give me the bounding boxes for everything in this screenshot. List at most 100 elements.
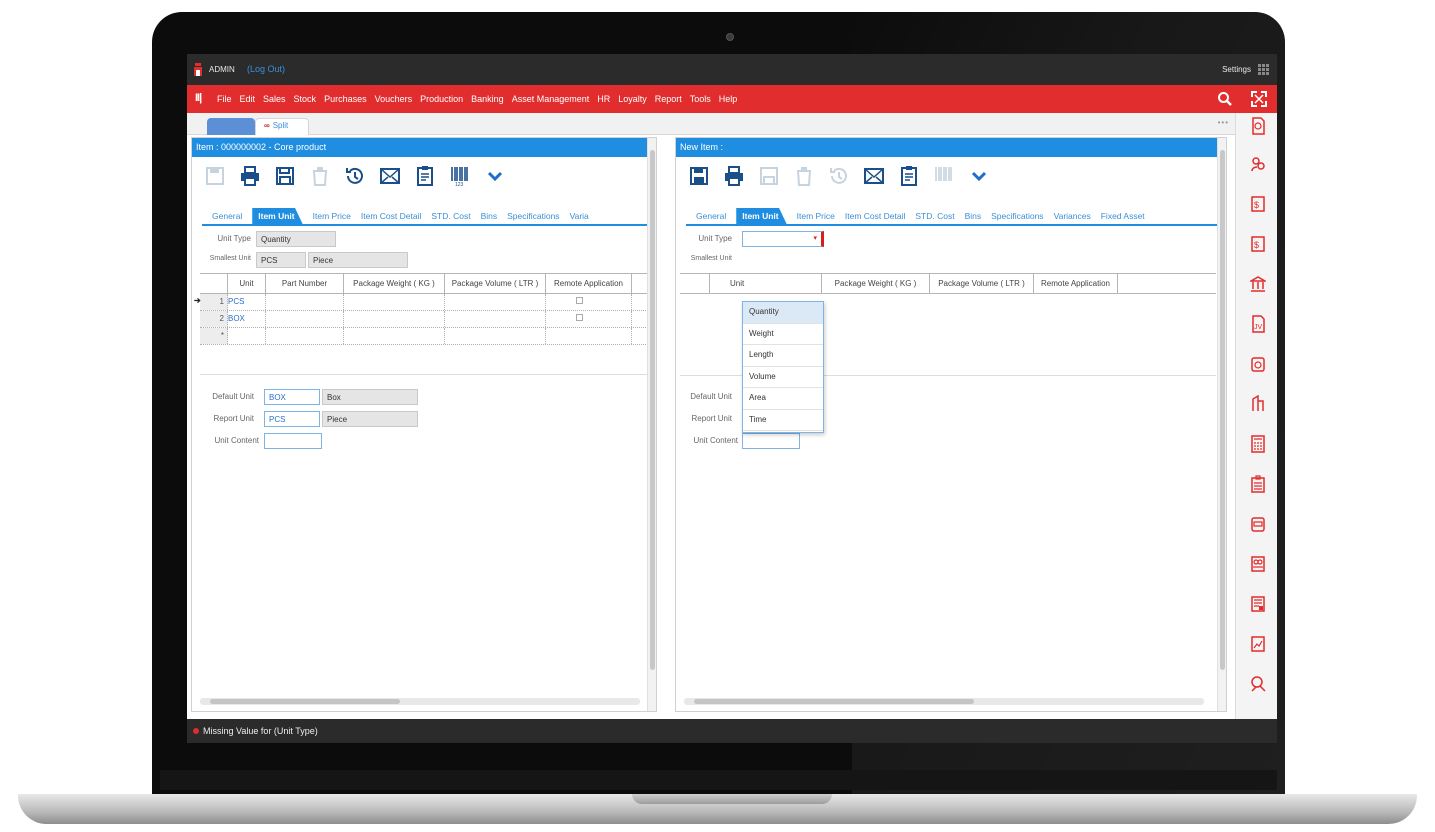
col-package-volume[interactable]: Package Volume ( LTR ) bbox=[445, 274, 546, 293]
col-package-weight[interactable]: Package Weight ( KG ) bbox=[344, 274, 445, 293]
document-tab[interactable] bbox=[207, 118, 255, 135]
target-search-icon[interactable] bbox=[1250, 675, 1266, 693]
dropdown-option-weight[interactable]: Weight bbox=[743, 324, 823, 345]
purchase-invoice-icon[interactable]: $ bbox=[1250, 235, 1266, 253]
volume-cell[interactable] bbox=[445, 328, 546, 344]
history-icon[interactable] bbox=[828, 165, 850, 187]
menu-item-vouchers[interactable]: Vouchers bbox=[375, 94, 413, 104]
pos-icon[interactable] bbox=[1250, 555, 1266, 573]
tab-general[interactable]: General bbox=[696, 208, 726, 224]
tab-specifications[interactable]: Specifications bbox=[991, 208, 1043, 224]
table-row-new[interactable]: * bbox=[200, 328, 650, 345]
print-icon[interactable] bbox=[723, 165, 745, 187]
menu-item-tools[interactable]: Tools bbox=[690, 94, 711, 104]
email-icon[interactable] bbox=[863, 165, 885, 187]
remote-application-cell[interactable] bbox=[546, 311, 632, 327]
col-package-volume[interactable]: Package Volume ( LTR ) bbox=[930, 274, 1034, 293]
clipboard-icon[interactable] bbox=[898, 165, 920, 187]
dropdown-arrow-icon[interactable]: ▾ bbox=[813, 234, 817, 242]
dropdown-option-volume[interactable]: Volume bbox=[743, 367, 823, 388]
tab-item-price[interactable]: Item Price bbox=[313, 208, 351, 224]
remote-application-cell[interactable] bbox=[546, 294, 632, 310]
chart-doc-icon[interactable] bbox=[1250, 635, 1266, 653]
right-horizontal-scrollbar[interactable] bbox=[684, 698, 1204, 705]
save-copy-icon[interactable] bbox=[274, 165, 296, 187]
delete-icon[interactable] bbox=[793, 165, 815, 187]
tab-general[interactable]: General bbox=[212, 208, 242, 224]
calculator-icon[interactable] bbox=[1250, 435, 1266, 453]
unit-type-dropdown-list[interactable]: Quantity Weight Length Volume Area Time bbox=[742, 301, 824, 433]
clipboard-icon[interactable] bbox=[414, 165, 436, 187]
more-tabs-icon[interactable]: ••• bbox=[1218, 118, 1229, 127]
cash-register-icon[interactable] bbox=[1250, 515, 1266, 533]
calendar-icon[interactable] bbox=[1250, 355, 1266, 373]
dropdown-option-area[interactable]: Area bbox=[743, 388, 823, 410]
barcode-icon[interactable] bbox=[933, 165, 955, 187]
chevron-down-icon[interactable] bbox=[484, 165, 506, 187]
table-row[interactable]: 2 BOX bbox=[200, 311, 650, 328]
menu-item-report[interactable]: Report bbox=[655, 94, 682, 104]
search-icon[interactable] bbox=[1217, 91, 1233, 107]
fullscreen-icon[interactable] bbox=[1251, 91, 1267, 107]
weight-cell[interactable] bbox=[344, 311, 445, 327]
tab-std-cost[interactable]: STD. Cost bbox=[915, 208, 954, 224]
unit-cell[interactable] bbox=[228, 328, 266, 344]
report-unit-code[interactable]: PCS bbox=[264, 411, 320, 427]
menu-item-file[interactable]: File bbox=[217, 94, 232, 104]
unit-type-select[interactable]: ▾ bbox=[742, 231, 824, 247]
tab-item-cost-detail[interactable]: Item Cost Detail bbox=[361, 208, 421, 224]
left-horizontal-scrollbar[interactable] bbox=[200, 698, 640, 705]
tab-variances[interactable]: Variances bbox=[1054, 208, 1091, 224]
tab-item-cost-detail[interactable]: Item Cost Detail bbox=[845, 208, 905, 224]
chevron-down-icon[interactable] bbox=[968, 165, 990, 187]
volume-cell[interactable] bbox=[445, 294, 546, 310]
volume-cell[interactable] bbox=[445, 311, 546, 327]
logout-link[interactable]: (Log Out) bbox=[247, 64, 285, 74]
col-package-weight[interactable]: Package Weight ( KG ) bbox=[822, 274, 930, 293]
checklist-icon[interactable] bbox=[1250, 475, 1266, 493]
unit-type-select[interactable]: Quantity bbox=[256, 231, 336, 247]
remote-application-checkbox[interactable] bbox=[576, 314, 583, 321]
dropdown-option-quantity[interactable]: Quantity bbox=[743, 302, 823, 324]
tab-item-unit[interactable]: Item Unit bbox=[736, 208, 787, 224]
part-number-cell[interactable] bbox=[266, 311, 344, 327]
tab-specifications[interactable]: Specifications bbox=[507, 208, 559, 224]
remote-application-checkbox[interactable] bbox=[576, 297, 583, 304]
settings-link[interactable]: Settings bbox=[1222, 65, 1251, 74]
tab-std-cost[interactable]: STD. Cost bbox=[431, 208, 470, 224]
print-icon[interactable] bbox=[239, 165, 261, 187]
weight-cell[interactable] bbox=[344, 328, 445, 344]
menu-item-sales[interactable]: Sales bbox=[263, 94, 286, 104]
tab-fixed-asset[interactable]: Fixed Asset bbox=[1101, 208, 1145, 224]
weight-cell[interactable] bbox=[344, 294, 445, 310]
unit-content-input[interactable] bbox=[264, 433, 322, 449]
email-icon[interactable] bbox=[379, 165, 401, 187]
save-copy-icon[interactable] bbox=[758, 165, 780, 187]
part-number-cell[interactable] bbox=[266, 328, 344, 344]
dropdown-option-time[interactable]: Time bbox=[743, 410, 823, 431]
menu-item-edit[interactable]: Edit bbox=[240, 94, 256, 104]
table-row[interactable]: ➔ 1 PCS bbox=[194, 294, 650, 311]
col-unit[interactable]: Unit bbox=[710, 274, 822, 293]
sales-invoice-icon[interactable]: $ bbox=[1250, 195, 1266, 213]
menu-item-loyalty[interactable]: Loyalty bbox=[618, 94, 647, 104]
menu-item-hr[interactable]: HR bbox=[597, 94, 610, 104]
tab-bins[interactable]: Bins bbox=[965, 208, 982, 224]
menu-item-banking[interactable]: Banking bbox=[471, 94, 504, 104]
col-part-number[interactable]: Part Number bbox=[266, 274, 344, 293]
unit-content-input[interactable] bbox=[742, 433, 800, 449]
unit-cell[interactable]: PCS bbox=[228, 294, 266, 310]
unit-cell[interactable]: BOX bbox=[228, 311, 266, 327]
split-tab[interactable]: ∞ Split bbox=[255, 118, 309, 135]
right-vertical-scrollbar[interactable] bbox=[1217, 138, 1226, 711]
customers-icon[interactable] bbox=[1250, 155, 1266, 173]
remote-application-cell[interactable] bbox=[546, 328, 632, 344]
menu-item-stock[interactable]: Stock bbox=[294, 94, 317, 104]
tab-item-unit[interactable]: Item Unit bbox=[252, 208, 303, 224]
dropdown-option-length[interactable]: Length bbox=[743, 345, 823, 367]
tab-bins[interactable]: Bins bbox=[481, 208, 498, 224]
menu-item-help[interactable]: Help bbox=[719, 94, 738, 104]
journal-voucher-icon[interactable]: JV bbox=[1250, 315, 1266, 333]
tab-item-price[interactable]: Item Price bbox=[797, 208, 835, 224]
delete-icon[interactable] bbox=[309, 165, 331, 187]
